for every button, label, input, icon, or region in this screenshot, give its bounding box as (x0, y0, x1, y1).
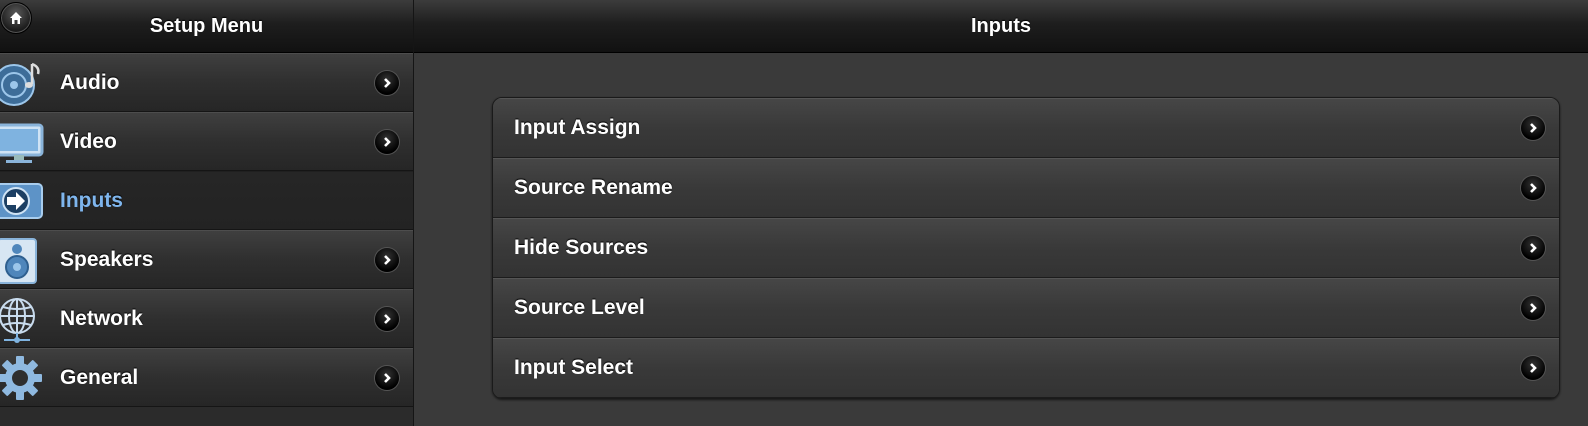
sidebar-item-inputs[interactable]: Inputs (0, 171, 413, 230)
sidebar-item-label: Video (60, 129, 117, 153)
sidebar-item-label: Inputs (60, 188, 123, 212)
sidebar-item-label: General (60, 365, 139, 389)
home-icon (10, 12, 22, 24)
menu-item-input-assign[interactable]: Input Assign (493, 98, 1559, 158)
sidebar-item-video[interactable]: Video (0, 112, 413, 171)
sidebar: Setup Menu Audio Video Inputs Speakers N… (0, 0, 414, 426)
chevron-right-icon (1521, 116, 1545, 140)
menu-item-source-rename[interactable]: Source Rename (493, 158, 1559, 218)
home-button[interactable] (0, 2, 32, 34)
globe-network-icon (0, 294, 44, 344)
menu-item-input-select[interactable]: Input Select (493, 338, 1559, 398)
menu-item-label: Source Rename (514, 176, 673, 199)
page-title: Inputs (971, 14, 1031, 37)
menu-item-label: Source Level (514, 296, 645, 319)
sidebar-item-audio[interactable]: Audio (0, 53, 413, 112)
menu-item-source-level[interactable]: Source Level (493, 278, 1559, 338)
sidebar-item-label: Network (60, 306, 143, 330)
menu-item-label: Hide Sources (514, 236, 649, 259)
chevron-right-icon (375, 247, 399, 272)
audio-disc-icon (0, 58, 44, 108)
sidebar-header: Setup Menu (0, 0, 413, 53)
chevron-right-icon (375, 70, 399, 95)
monitor-icon (0, 117, 44, 167)
sidebar-item-speakers[interactable]: Speakers (0, 230, 413, 289)
sidebar-item-label: Audio (60, 70, 120, 94)
gear-icon (0, 353, 44, 403)
chevron-right-icon (375, 365, 399, 390)
menu-item-hide-sources[interactable]: Hide Sources (493, 218, 1559, 278)
inputs-menu-list: Input Assign Source Rename Hide Sources … (492, 97, 1560, 399)
chevron-right-icon (375, 306, 399, 331)
main-header: Inputs (414, 0, 1588, 53)
sidebar-item-general[interactable]: General (0, 348, 413, 407)
main-panel: Inputs Input Assign Source Rename Hide S… (414, 0, 1588, 426)
input-arrow-icon (0, 176, 44, 226)
sidebar-title: Setup Menu (149, 14, 264, 37)
chevron-right-icon (1521, 296, 1545, 320)
sidebar-item-label: Speakers (60, 247, 154, 271)
speaker-icon (0, 235, 44, 285)
chevron-right-icon (375, 129, 399, 154)
chevron-right-icon (1521, 236, 1545, 260)
chevron-right-icon (1521, 176, 1545, 200)
menu-item-label: Input Assign (514, 116, 641, 139)
menu-item-label: Input Select (514, 356, 634, 379)
chevron-right-icon (1521, 356, 1545, 380)
sidebar-item-network[interactable]: Network (0, 289, 413, 348)
